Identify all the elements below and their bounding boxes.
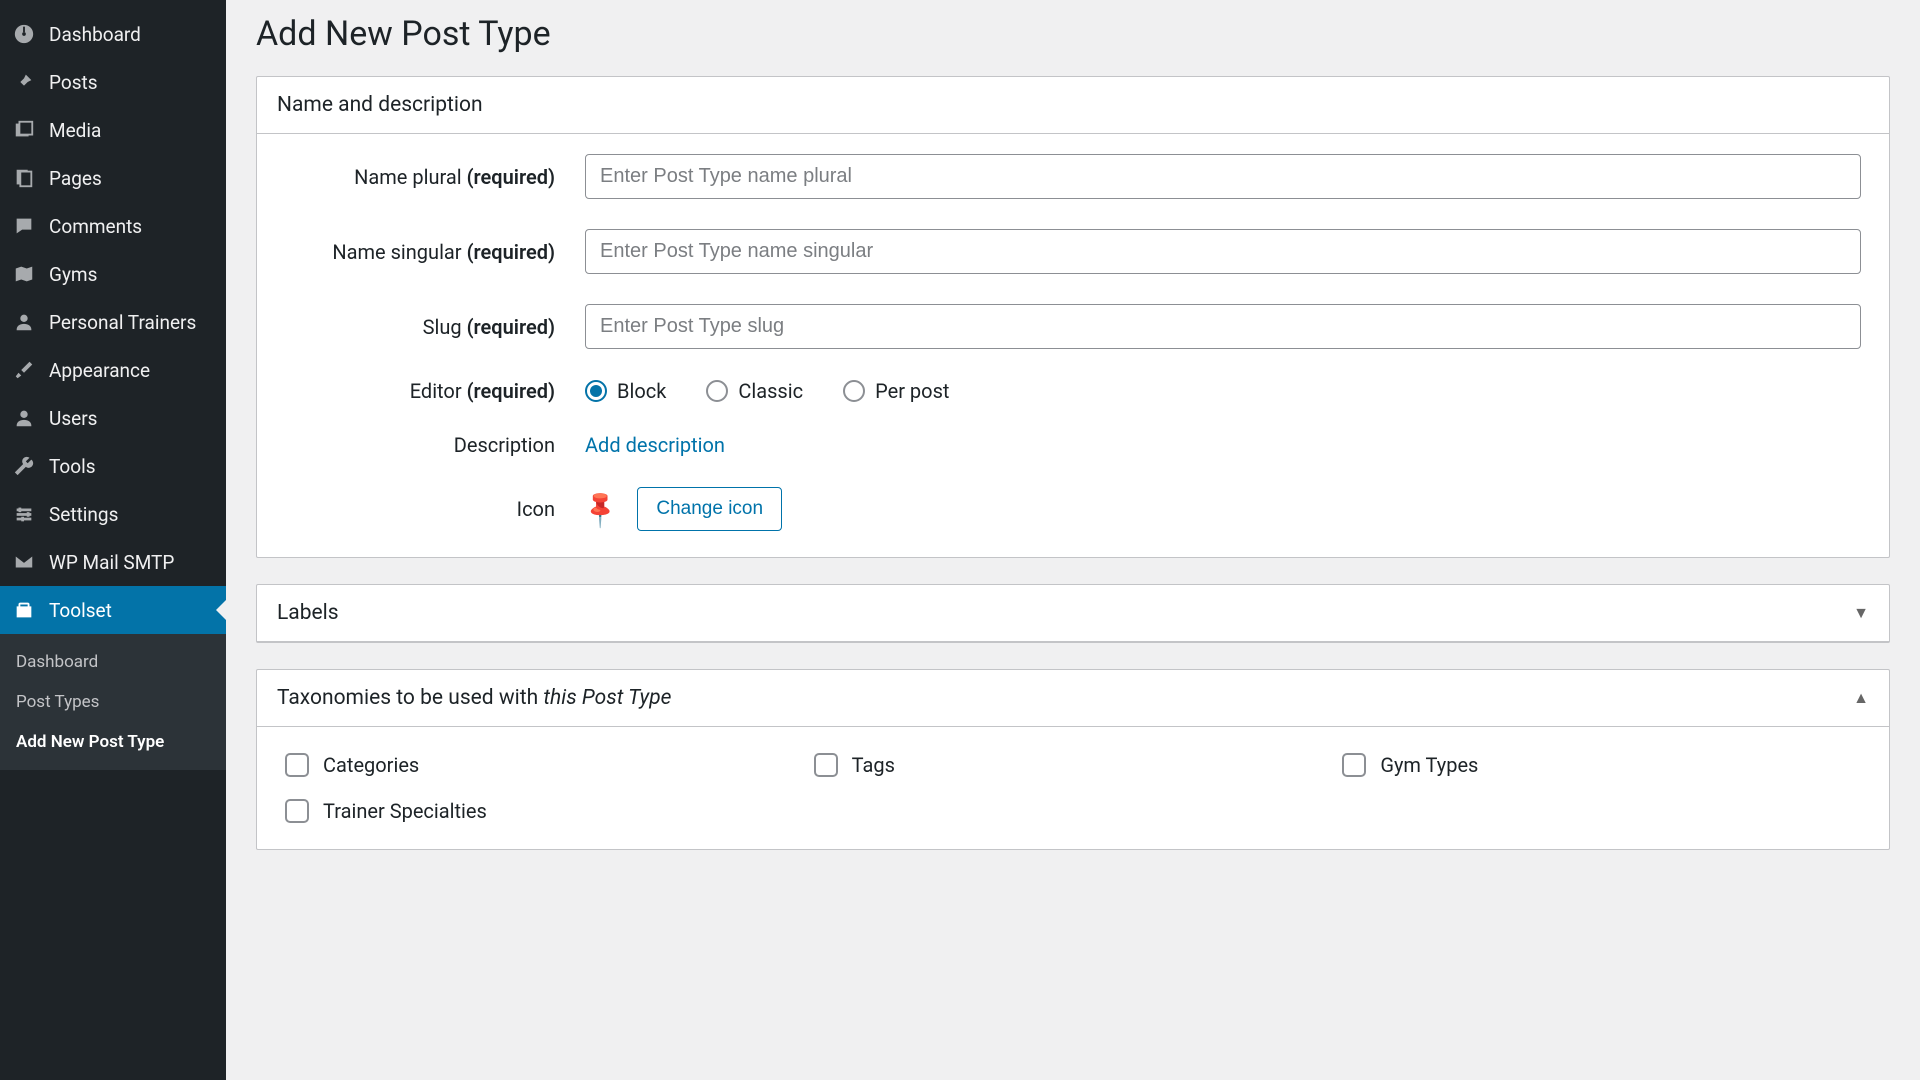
page-icon <box>12 166 36 190</box>
label-slug: Slug (required) <box>285 315 585 339</box>
tools-icon <box>12 454 36 478</box>
row-editor: Editor (required) Block Classic Per post <box>285 379 1861 403</box>
label-description: Description <box>285 433 585 457</box>
checkbox-categories[interactable]: Categories <box>285 753 804 777</box>
sidebar-item-users[interactable]: Users <box>0 394 226 442</box>
sidebar-item-comments[interactable]: Comments <box>0 202 226 250</box>
radio-icon <box>706 380 728 402</box>
row-icon: Icon 📌 Change icon <box>285 487 1861 531</box>
pin-icon: 📌 <box>579 487 623 531</box>
sidebar-item-label: Appearance <box>49 359 150 382</box>
sidebar-item-label: Comments <box>49 215 142 238</box>
row-name-singular: Name singular (required) <box>285 229 1861 274</box>
sidebar-item-label: Dashboard <box>49 23 141 46</box>
sidebar-item-label: WP Mail SMTP <box>49 551 174 574</box>
row-name-plural: Name plural (required) <box>285 154 1861 199</box>
label-name-singular: Name singular (required) <box>285 240 585 264</box>
sidebar-item-label: Personal Trainers <box>49 311 196 334</box>
label-editor: Editor (required) <box>285 379 585 403</box>
panel-title: Taxonomies to be used with this Post Typ… <box>277 686 671 710</box>
panel-title: Name and description <box>277 93 483 117</box>
map-icon <box>12 262 36 286</box>
label-icon: Icon <box>285 497 585 521</box>
comment-icon <box>12 214 36 238</box>
radio-icon <box>843 380 865 402</box>
pin-icon <box>12 70 36 94</box>
settings-icon <box>12 502 36 526</box>
user-icon <box>12 406 36 430</box>
main-content: Add New Post Type Name and description N… <box>226 0 1920 1080</box>
radio-editor-per-post[interactable]: Per post <box>843 379 949 403</box>
sidebar-sub-post-types[interactable]: Post Types <box>0 682 226 722</box>
change-icon-button[interactable]: Change icon <box>637 487 782 531</box>
chevron-up-icon: ▲ <box>1853 688 1869 708</box>
sidebar-item-media[interactable]: Media <box>0 106 226 154</box>
panel-labels: Labels ▼ <box>256 584 1890 643</box>
sidebar-item-pages[interactable]: Pages <box>0 154 226 202</box>
checkbox-icon <box>814 753 838 777</box>
input-name-plural[interactable] <box>585 154 1861 199</box>
sidebar-item-wp-mail-smtp[interactable]: WP Mail SMTP <box>0 538 226 586</box>
toolset-icon <box>12 598 36 622</box>
label-name-plural: Name plural (required) <box>285 165 585 189</box>
sidebar-item-gyms[interactable]: Gyms <box>0 250 226 298</box>
checkbox-icon <box>1342 753 1366 777</box>
page-title: Add New Post Type <box>256 14 1890 54</box>
link-add-description[interactable]: Add description <box>585 433 725 457</box>
row-slug: Slug (required) <box>285 304 1861 349</box>
panel-header-labels[interactable]: Labels ▼ <box>257 585 1889 642</box>
user-icon <box>12 310 36 334</box>
panel-title: Labels <box>277 601 339 625</box>
radio-editor-block[interactable]: Block <box>585 379 666 403</box>
sidebar-item-tools[interactable]: Tools <box>0 442 226 490</box>
sidebar-item-label: Users <box>49 407 97 430</box>
radio-icon <box>585 380 607 402</box>
sidebar-item-appearance[interactable]: Appearance <box>0 346 226 394</box>
checkbox-icon <box>285 799 309 823</box>
sidebar-item-label: Settings <box>49 503 118 526</box>
radio-editor-classic[interactable]: Classic <box>706 379 803 403</box>
admin-sidebar: Dashboard Posts Media Pages Comments Gym… <box>0 0 226 1080</box>
row-description: Description Add description <box>285 433 1861 457</box>
panel-name-description: Name and description Name plural (requir… <box>256 76 1890 558</box>
checkbox-trainer-specialties[interactable]: Trainer Specialties <box>285 799 804 823</box>
sidebar-item-settings[interactable]: Settings <box>0 490 226 538</box>
input-slug[interactable] <box>585 304 1861 349</box>
checkbox-icon <box>285 753 309 777</box>
sidebar-item-label: Pages <box>49 167 102 190</box>
dashboard-icon <box>12 22 36 46</box>
brush-icon <box>12 358 36 382</box>
sidebar-item-label: Media <box>49 119 101 142</box>
sidebar-submenu: Dashboard Post Types Add New Post Type <box>0 634 226 770</box>
panel-taxonomies: Taxonomies to be used with this Post Typ… <box>256 669 1890 850</box>
sidebar-item-label: Tools <box>49 455 96 478</box>
sidebar-item-label: Posts <box>49 71 98 94</box>
media-icon <box>12 118 36 142</box>
input-name-singular[interactable] <box>585 229 1861 274</box>
sidebar-sub-dashboard[interactable]: Dashboard <box>0 642 226 682</box>
panel-body: Categories Tags Gym Types Trainer Specia… <box>257 727 1889 849</box>
sidebar-item-personal-trainers[interactable]: Personal Trainers <box>0 298 226 346</box>
sidebar-item-posts[interactable]: Posts <box>0 58 226 106</box>
mail-icon <box>12 550 36 574</box>
panel-body: Name plural (required) Name singular (re… <box>257 134 1889 557</box>
sidebar-item-label: Gyms <box>49 263 97 286</box>
panel-header-taxonomies[interactable]: Taxonomies to be used with this Post Typ… <box>257 670 1889 727</box>
sidebar-item-label: Toolset <box>49 599 112 622</box>
panel-header-name-description: Name and description <box>257 77 1889 134</box>
chevron-down-icon: ▼ <box>1853 603 1869 623</box>
sidebar-item-toolset[interactable]: Toolset <box>0 586 226 634</box>
checkbox-tags[interactable]: Tags <box>814 753 1333 777</box>
checkbox-gym-types[interactable]: Gym Types <box>1342 753 1861 777</box>
sidebar-sub-add-new-post-type[interactable]: Add New Post Type <box>0 722 226 762</box>
sidebar-item-dashboard[interactable]: Dashboard <box>0 10 226 58</box>
